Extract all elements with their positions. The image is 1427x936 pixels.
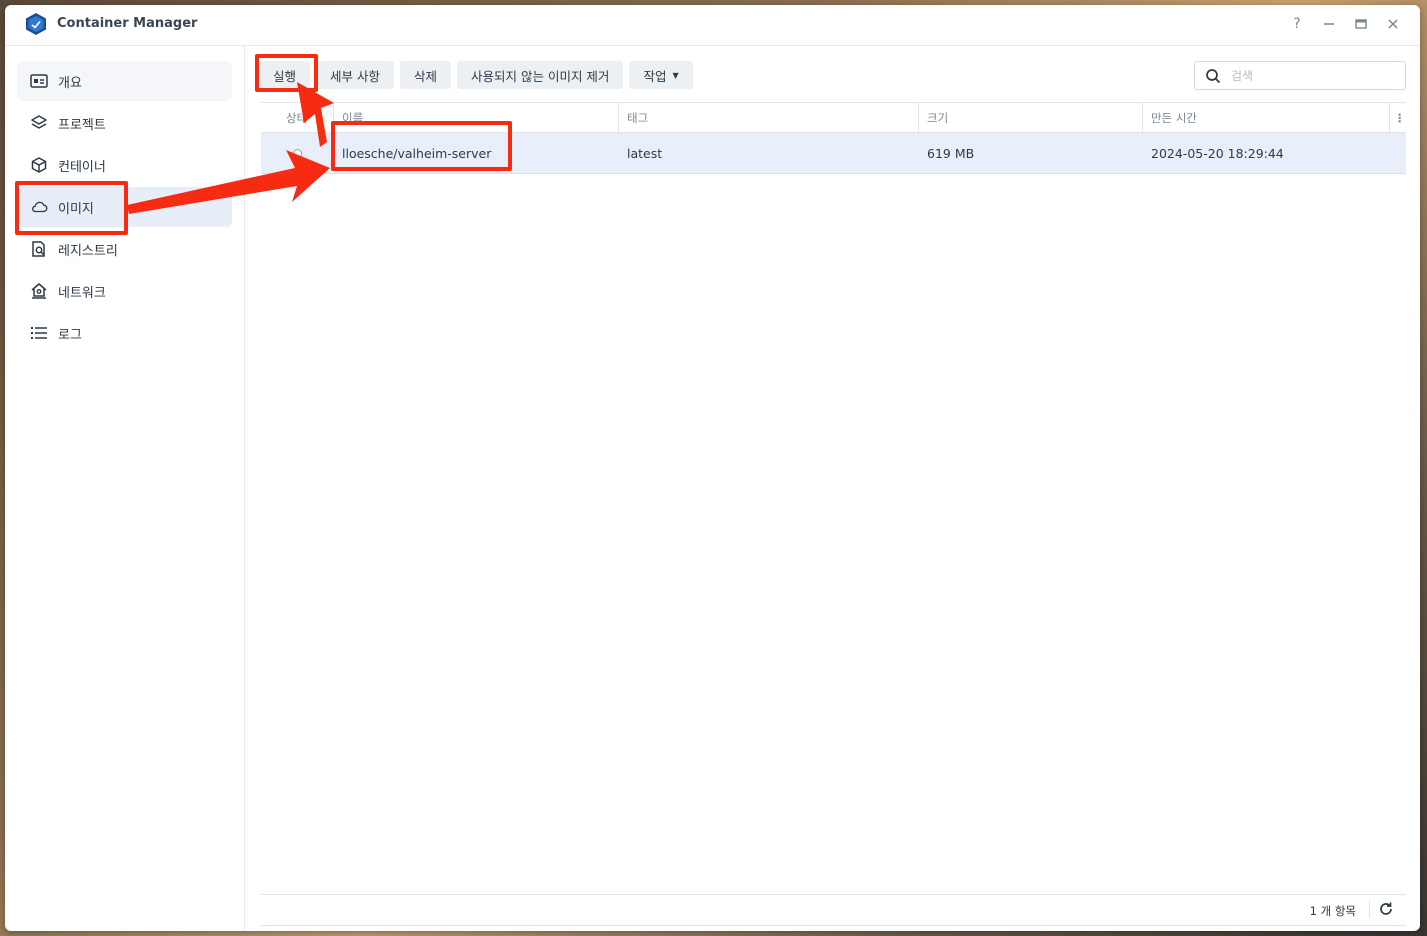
caret-down-icon: ▼ (672, 70, 679, 80)
sidebar-item-projects[interactable]: 프로젝트 (17, 103, 232, 143)
action-label: 작업 (643, 68, 667, 84)
size-cell: 619 MB (927, 145, 975, 161)
action-dropdown-button[interactable]: 작업 ▼ (629, 61, 693, 89)
search-icon (1206, 68, 1221, 83)
refresh-icon[interactable] (1378, 901, 1394, 917)
close-button[interactable] (1381, 13, 1405, 35)
status-cell (261, 133, 334, 173)
column-header-size[interactable]: 크기 (919, 103, 1143, 132)
sidebar-item-images[interactable]: 이미지 (17, 187, 232, 227)
sidebar-item-label: 프로젝트 (58, 117, 106, 133)
maximize-button[interactable] (1349, 13, 1373, 35)
delete-button[interactable]: 삭제 (400, 61, 452, 89)
image-table: 상태 이름 태그 크기 만든 시간 ⋮ lloesche/valheim-ser… (261, 102, 1406, 174)
column-header-tag[interactable]: 태그 (619, 103, 919, 132)
remove-unused-images-button[interactable]: 사용되지 않는 이미지 제거 (457, 61, 624, 89)
details-button[interactable]: 세부 사항 (316, 61, 394, 89)
sidebar-item-label: 개요 (58, 75, 82, 91)
sidebar: 개요 프로젝트 컨테이너 이미지 레지스트리 네트워크 로그 (5, 46, 245, 931)
minimize-icon (1324, 23, 1334, 25)
cloud-icon (30, 198, 48, 216)
sidebar-item-network[interactable]: 네트워크 (17, 271, 232, 311)
sidebar-item-label: 컨테이너 (58, 159, 106, 175)
sidebar-item-containers[interactable]: 컨테이너 (17, 145, 232, 185)
sidebar-item-registry[interactable]: 레지스트리 (17, 229, 232, 269)
column-options-icon[interactable]: ⋮ (1390, 103, 1406, 132)
table-footer: 1 개 항목 (261, 894, 1406, 926)
overview-icon (30, 72, 48, 90)
sidebar-item-label: 로그 (58, 327, 82, 343)
run-button[interactable]: 실행 (259, 61, 311, 89)
column-header-status[interactable]: 상태 (261, 103, 334, 132)
app-window: Container Manager ? 개요 프로젝트 컨테이너 이미지 레지스… (5, 5, 1420, 931)
app-title: Container Manager (57, 16, 198, 31)
close-icon (1388, 19, 1398, 29)
layers-icon (30, 114, 48, 132)
search-box[interactable] (1194, 61, 1406, 90)
main-panel: 실행 세부 사항 삭제 사용되지 않는 이미지 제거 작업 ▼ 상태 이름 태그… (245, 46, 1420, 931)
help-icon: ? (1293, 16, 1301, 32)
sidebar-item-label: 이미지 (58, 201, 94, 217)
container-manager-logo-icon (26, 13, 46, 35)
sidebar-item-label: 레지스트리 (58, 243, 118, 259)
registry-search-icon (30, 240, 48, 258)
item-count: 1 개 항목 (1309, 904, 1356, 918)
table-row[interactable]: lloesche/valheim-server latest 619 MB 20… (261, 133, 1406, 174)
list-icon (30, 324, 48, 342)
tag-cell: latest (627, 145, 663, 161)
sidebar-item-overview[interactable]: 개요 (17, 61, 232, 101)
maximize-icon (1355, 19, 1367, 29)
column-header-name[interactable]: 이름 (334, 103, 619, 132)
sidebar-item-label: 네트워크 (58, 285, 106, 301)
sidebar-item-log[interactable]: 로그 (17, 313, 232, 353)
network-house-icon (30, 282, 48, 300)
table-header: 상태 이름 태그 크기 만든 시간 ⋮ (261, 102, 1406, 133)
divider (1369, 900, 1370, 918)
toolbar: 실행 세부 사항 삭제 사용되지 않는 이미지 제거 작업 ▼ (259, 61, 693, 89)
status-indicator-icon (293, 148, 302, 158)
name-cell: lloesche/valheim-server (342, 145, 492, 161)
column-header-created[interactable]: 만든 시간 (1143, 103, 1390, 132)
created-cell: 2024-05-20 18:29:44 (1151, 145, 1284, 161)
cube-icon (30, 156, 48, 174)
search-input[interactable] (1229, 67, 1393, 84)
title-bar: Container Manager ? (5, 5, 1420, 46)
help-button[interactable]: ? (1285, 13, 1309, 35)
minimize-button[interactable] (1317, 13, 1341, 35)
